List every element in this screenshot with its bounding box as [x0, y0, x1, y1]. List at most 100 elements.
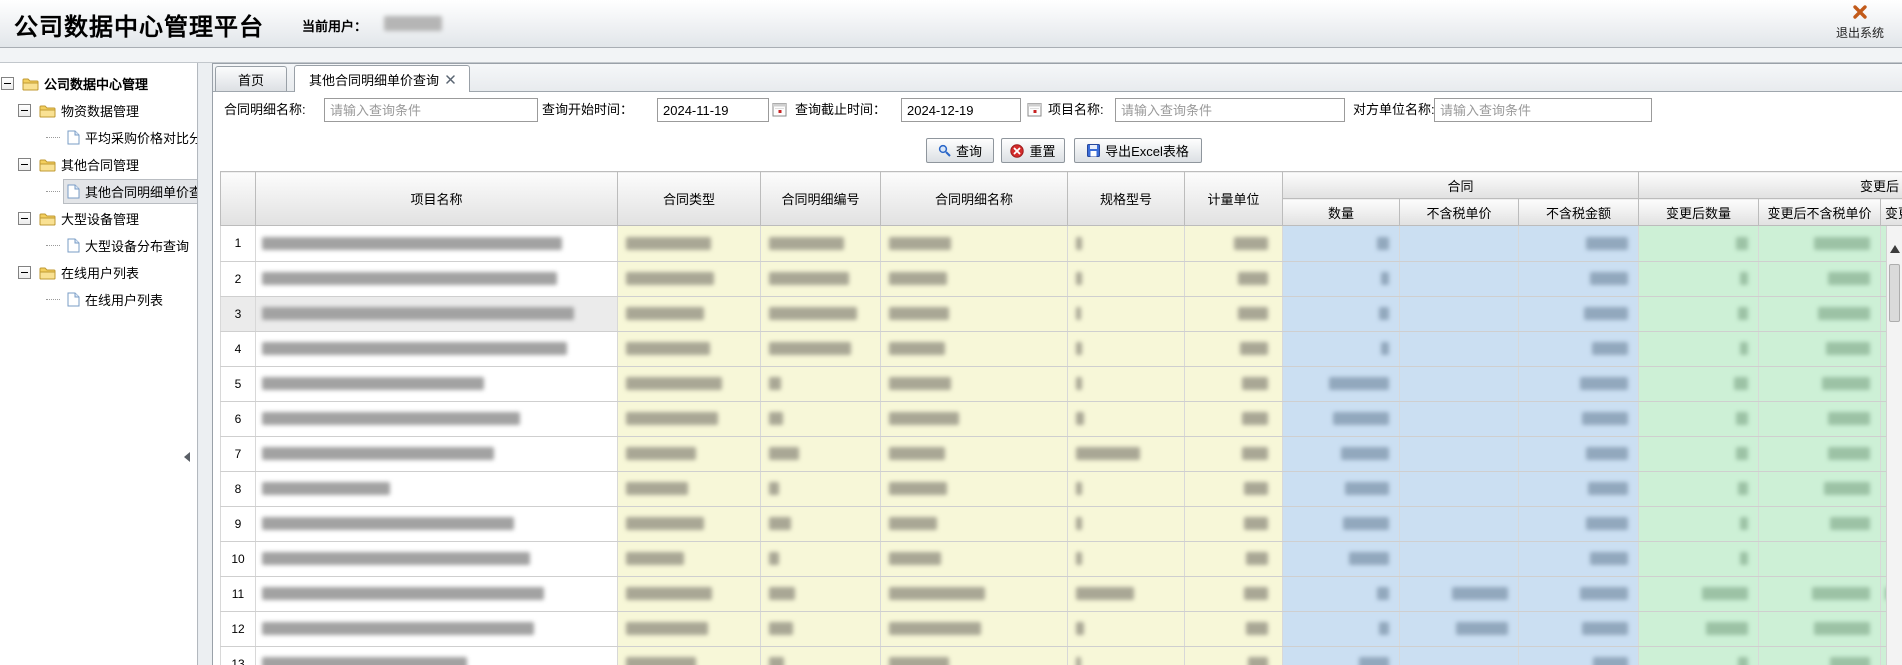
- field-label-query-start-date: 查询开始时间：: [542, 98, 633, 122]
- table-row[interactable]: 11: [221, 576, 1888, 611]
- table-row[interactable]: 2: [221, 261, 1888, 296]
- contract-detail-name-input[interactable]: [324, 98, 538, 122]
- query-end-date-calendar-button[interactable]: [1026, 102, 1043, 119]
- table-row[interactable]: 6: [221, 401, 1888, 436]
- tree-node[interactable]: 大型设备管理: [35, 206, 144, 231]
- redacted-cell-value: [1379, 307, 1389, 320]
- tree-item-other-contract-detail-price-query[interactable]: 其他合同明细单价查询: [0, 178, 197, 205]
- tree-item-label: 平均采购价格对比分析: [85, 128, 198, 147]
- redacted-cell-value: [1588, 482, 1628, 495]
- redacted-cell-value: [1242, 412, 1268, 425]
- tree-node[interactable]: 公司数据中心管理: [18, 71, 153, 96]
- tree-node[interactable]: 在线用户列表: [63, 287, 168, 312]
- tree-expander-icon[interactable]: [18, 158, 31, 171]
- tree-item-material-data-mgmt[interactable]: 物资数据管理: [0, 97, 197, 124]
- cell-contract-detail-no: [761, 296, 881, 331]
- redacted-cell-value: [889, 412, 959, 425]
- col-header-contract-detail-no[interactable]: 合同明细编号: [761, 172, 881, 226]
- cell-unit: [1185, 471, 1283, 506]
- cell-amount-ex-tax: [1519, 436, 1639, 471]
- query-button[interactable]: 查询: [926, 138, 994, 163]
- cell-price-ex-tax: [1400, 646, 1519, 665]
- cell-changed-quantity: [1639, 471, 1759, 506]
- vertical-scrollbar[interactable]: [1886, 226, 1902, 665]
- query-start-date-input[interactable]: [657, 98, 769, 122]
- col-header-spec-model[interactable]: 规格型号: [1068, 172, 1185, 226]
- tab-other-contract-detail-price-query[interactable]: 其他合同明细单价查询: [294, 65, 470, 92]
- tree-item-company-data-center-mgmt[interactable]: 公司数据中心管理: [0, 70, 197, 97]
- cell-row-num: 5: [221, 366, 256, 401]
- table-row[interactable]: 4: [221, 331, 1888, 366]
- tree-item-avg-purchase-price-compare[interactable]: 平均采购价格对比分析: [0, 124, 197, 151]
- scrollbar-thumb[interactable]: [1889, 264, 1900, 322]
- col-header-price-ex-tax[interactable]: 不含税单价: [1400, 199, 1519, 226]
- redacted-cell-value: [889, 342, 945, 355]
- tree-expander-icon[interactable]: [1, 77, 14, 90]
- table-row[interactable]: 7: [221, 436, 1888, 471]
- col-header-contract-detail-name[interactable]: 合同明细名称: [881, 172, 1068, 226]
- tree-node[interactable]: 其他合同管理: [35, 152, 144, 177]
- cell-spec-model: [1068, 436, 1185, 471]
- col-header-row-num[interactable]: [221, 172, 256, 226]
- table-row[interactable]: 1: [221, 226, 1888, 261]
- tree-expander-icon[interactable]: [18, 104, 31, 117]
- tree-node[interactable]: 物资数据管理: [35, 98, 144, 123]
- reset-button[interactable]: 重置: [1001, 138, 1065, 163]
- cell-spec-model: [1068, 576, 1185, 611]
- redacted-cell-value: [769, 657, 784, 665]
- col-header-changed-quantity[interactable]: 变更后数量: [1639, 199, 1759, 226]
- cell-price-ex-tax: [1400, 436, 1519, 471]
- export-excel-button[interactable]: 导出Excel表格: [1074, 138, 1202, 163]
- col-header-changed-amount-ex-tax[interactable]: 变更后不含税金额: [1881, 199, 1902, 226]
- cell-spec-model: [1068, 506, 1185, 541]
- tree-node-selected[interactable]: 其他合同明细单价查询: [63, 179, 198, 204]
- table-row[interactable]: 13: [221, 646, 1888, 665]
- project-name-input[interactable]: [1115, 98, 1345, 122]
- scroll-up-button[interactable]: [1887, 240, 1902, 258]
- tree-item-large-equipment-distribution-query[interactable]: 大型设备分布查询: [0, 232, 197, 259]
- table-row[interactable]: 5: [221, 366, 1888, 401]
- tree-node[interactable]: 大型设备分布查询: [63, 233, 194, 258]
- navigation-tree: 公司数据中心管理物资数据管理平均采购价格对比分析其他合同管理其他合同明细单价查询…: [0, 63, 197, 313]
- cell-row-num: 2: [221, 261, 256, 296]
- tree-node[interactable]: 在线用户列表: [35, 260, 144, 285]
- tab-home[interactable]: 首页: [215, 66, 287, 91]
- cell-contract-type: [618, 331, 761, 366]
- collapse-left-arrow-icon[interactable]: [184, 452, 190, 462]
- table-row[interactable]: 12: [221, 611, 1888, 646]
- col-header-contract-type[interactable]: 合同类型: [618, 172, 761, 226]
- table-row[interactable]: 10: [221, 541, 1888, 576]
- redacted-cell-value: [1248, 657, 1268, 665]
- table-row[interactable]: 9: [221, 506, 1888, 541]
- tree-item-online-user-list-group[interactable]: 在线用户列表: [0, 259, 197, 286]
- redacted-cell-value: [1238, 307, 1268, 320]
- tree-item-label: 物资数据管理: [61, 101, 139, 120]
- panel-splitter[interactable]: [199, 63, 212, 665]
- tree-expander-icon[interactable]: [18, 266, 31, 279]
- tree-connector: [46, 299, 60, 300]
- col-header-quantity[interactable]: 数量: [1283, 199, 1400, 226]
- logout-button[interactable]: 退出系统: [1824, 4, 1896, 42]
- col-header-project-name[interactable]: 项目名称: [256, 172, 618, 226]
- col-header-amount-ex-tax[interactable]: 不含税金额: [1519, 199, 1639, 226]
- query-end-date-input[interactable]: [901, 98, 1021, 122]
- cell-unit: [1185, 331, 1283, 366]
- tree-item-large-equipment-mgmt[interactable]: 大型设备管理: [0, 205, 197, 232]
- col-header-changed-price-ex-tax[interactable]: 变更后不含税单价: [1759, 199, 1881, 226]
- col-group-contract: 合同: [1283, 172, 1639, 199]
- tree-item-online-user-list[interactable]: 在线用户列表: [0, 286, 197, 313]
- table-row[interactable]: 8: [221, 471, 1888, 506]
- cell-quantity: [1283, 366, 1400, 401]
- cell-price-ex-tax: [1400, 611, 1519, 646]
- cell-contract-detail-no: [761, 401, 881, 436]
- cell-contract-detail-name: [881, 401, 1068, 436]
- tree-item-other-contract-mgmt[interactable]: 其他合同管理: [0, 151, 197, 178]
- tree-expander-icon[interactable]: [18, 212, 31, 225]
- query-start-date-calendar-button[interactable]: [771, 102, 788, 119]
- table-row[interactable]: 3: [221, 296, 1888, 331]
- counterparty-name-input[interactable]: [1434, 98, 1652, 122]
- redacted-cell-value: [1580, 377, 1628, 390]
- tab-close-icon[interactable]: [446, 75, 455, 84]
- tree-node[interactable]: 平均采购价格对比分析: [63, 125, 198, 150]
- col-header-unit[interactable]: 计量单位: [1185, 172, 1283, 226]
